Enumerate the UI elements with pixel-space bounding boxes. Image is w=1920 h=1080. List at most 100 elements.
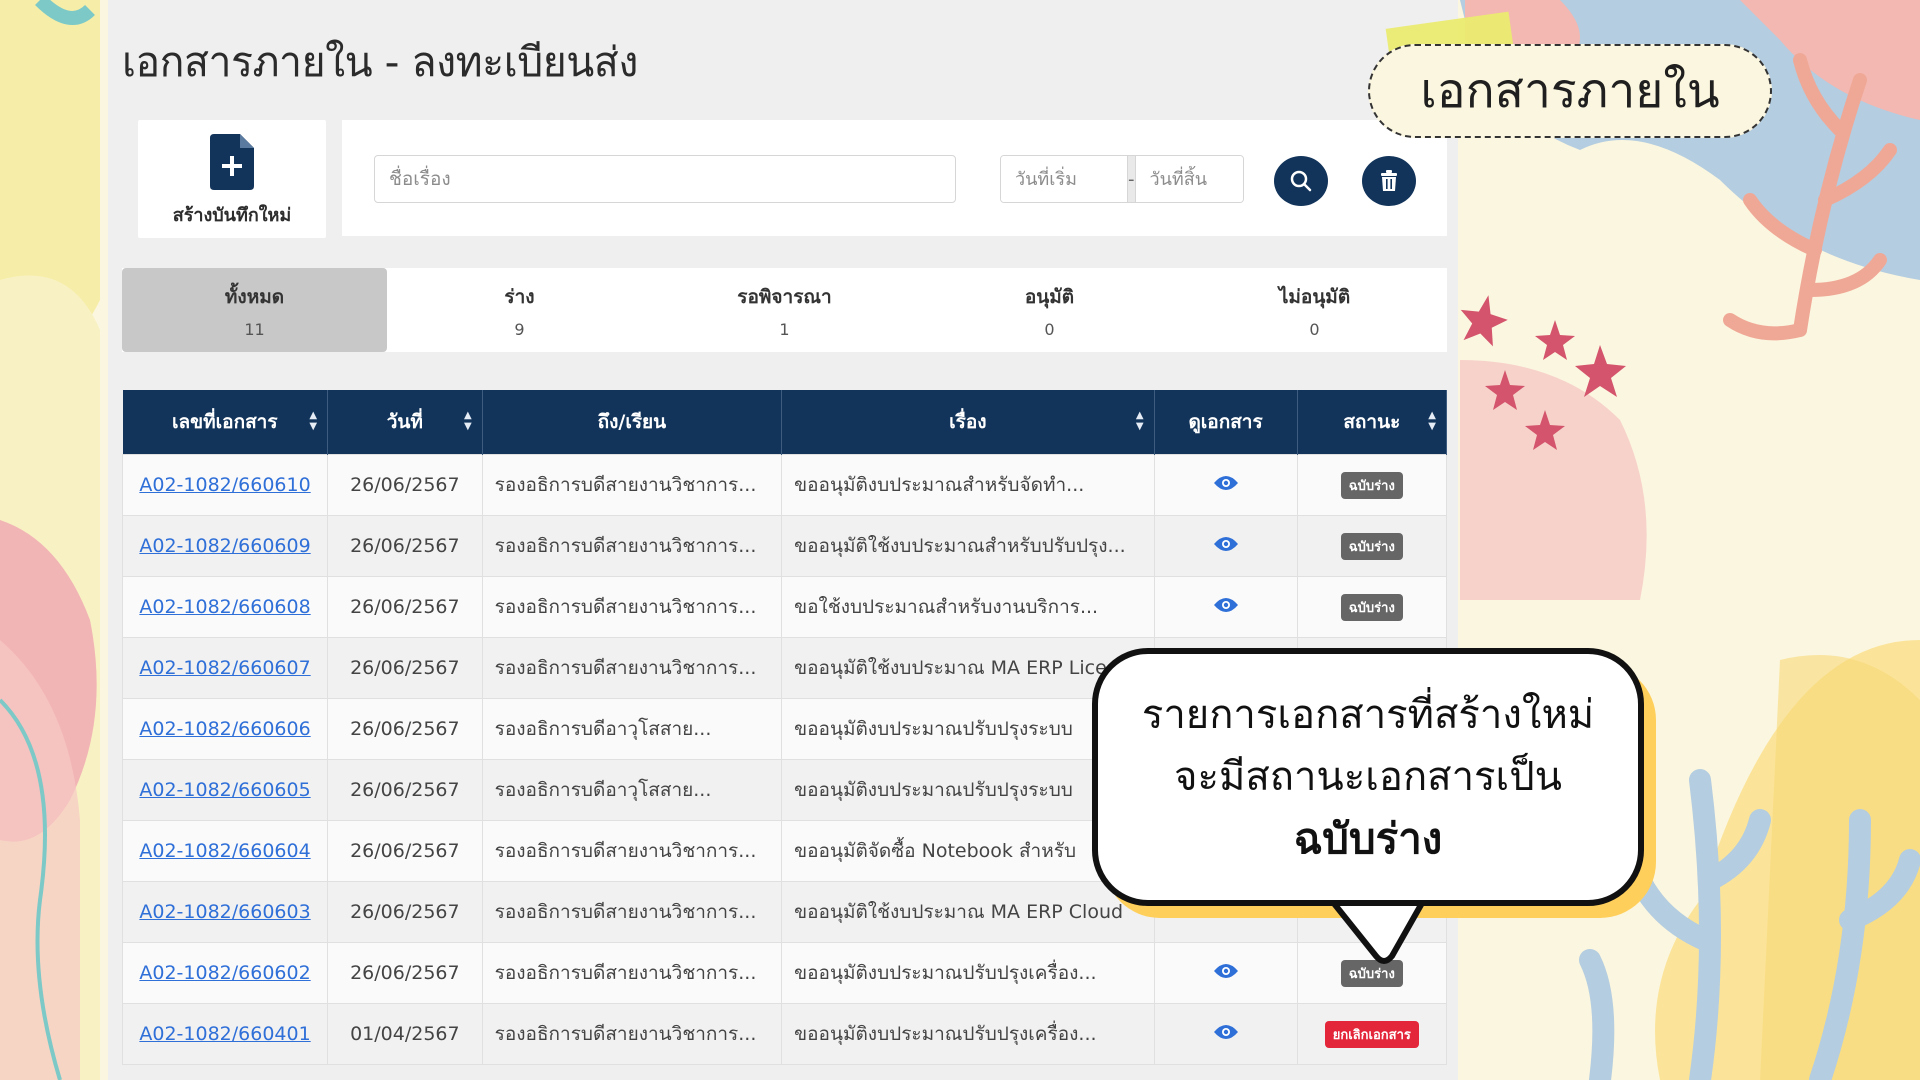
to-cell: รองอธิการบดีสายงานวิชาการ...: [481, 576, 783, 638]
eye-icon[interactable]: [1213, 1024, 1238, 1040]
new-memo-label: สร้างบันทึกใหม่: [172, 205, 292, 226]
to-cell: รองอธิการบดีสายงานวิชาการ...: [481, 1003, 783, 1065]
tab-count: 0: [1044, 320, 1055, 339]
doc-number-link[interactable]: A02-1082/660602: [139, 962, 310, 984]
callout-line-3: ฉบับร่าง: [1293, 814, 1443, 863]
doc-number-cell: A02-1082/660606: [121, 698, 329, 760]
doc-number-link[interactable]: A02-1082/660610: [139, 474, 310, 496]
date-cell: 26/06/2567: [327, 942, 483, 1004]
doc-number-cell: A02-1082/660604: [121, 820, 329, 882]
doc-number-link[interactable]: A02-1082/660605: [139, 779, 310, 801]
callout-line-1: รายการเอกสารที่สร้างใหม่: [1141, 692, 1595, 738]
doc-number-link[interactable]: A02-1082/660603: [139, 901, 310, 923]
view-cell: [1153, 576, 1298, 638]
tab-count: 11: [244, 320, 265, 339]
tab-pending[interactable]: รอพิจารณา 1: [652, 268, 917, 352]
tab-label: อนุมัติ: [1024, 286, 1075, 308]
tab-draft[interactable]: ร่าง 9: [387, 268, 652, 352]
filter-bar: -: [342, 120, 1447, 236]
status-cell: ฉบับร่าง: [1296, 515, 1448, 577]
status-cell: ยกเลิกเอกสาร: [1296, 1003, 1448, 1065]
status-badge: ฉบับร่าง: [1340, 593, 1403, 621]
end-date-input[interactable]: [1135, 156, 1243, 202]
doc-number-link[interactable]: A02-1082/660608: [139, 596, 310, 618]
status-badge: ยกเลิกเอกสาร: [1324, 1020, 1419, 1048]
doc-number-cell: A02-1082/660608: [121, 576, 329, 638]
to-cell: รองอธิการบดีสายงานวิชาการ...: [481, 820, 783, 882]
page-title: เอกสารภายใน - ลงทะเบียนส่ง: [122, 38, 638, 86]
sort-icon: ▲ ▼: [309, 410, 318, 432]
view-cell: [1153, 1003, 1298, 1065]
doc-number-link[interactable]: A02-1082/660607: [139, 657, 310, 679]
tab-approved[interactable]: อนุมัติ 0: [917, 268, 1182, 352]
to-cell: รองอธิการบดีสายงานวิชาการ...: [481, 515, 783, 577]
status-tabs: ทั้งหมด 11 ร่าง 9 รอพิจารณา 1 อนุมัติ 0 …: [122, 268, 1447, 352]
to-cell: รองอธิการบดีสายงานวิชาการ...: [481, 881, 783, 943]
new-memo-button[interactable]: สร้างบันทึกใหม่: [138, 120, 326, 238]
header-label: วันที่: [386, 411, 423, 433]
header-label: เลขที่เอกสาร: [172, 411, 278, 433]
header-view: ดูเอกสาร: [1154, 390, 1298, 455]
table-row: A02-1082/660609 26/06/2567 รองอธิการบดีสาย…: [121, 515, 1448, 577]
doc-number-link[interactable]: A02-1082/660606: [139, 718, 310, 740]
doc-number-link[interactable]: A02-1082/660609: [139, 535, 310, 557]
subject-cell: ขออนุมัติใช้งบประมาณ MA ERP Cloud: [781, 881, 1155, 943]
status-cell: ฉบับร่าง: [1296, 576, 1448, 638]
subject-cell: ขออนุมัติงบประมาณปรับปรุงเครื่อง...: [781, 1003, 1155, 1065]
eye-icon[interactable]: [1213, 536, 1238, 552]
to-cell: รองอธิการบดีสายงานวิชาการ...: [481, 454, 783, 516]
header-date[interactable]: วันที่ ▲ ▼: [327, 390, 483, 455]
trash-icon: [1381, 170, 1397, 191]
doc-number-cell: A02-1082/660609: [121, 515, 329, 577]
tab-label: ทั้งหมด: [224, 286, 285, 308]
clear-filter-button[interactable]: [1362, 156, 1416, 206]
doc-number-cell: A02-1082/660401: [121, 1003, 329, 1065]
eye-icon[interactable]: [1213, 597, 1238, 613]
header-status[interactable]: สถานะ ▲ ▼: [1297, 390, 1448, 455]
table-row: A02-1082/660602 26/06/2567 รองอธิการบดีสาย…: [121, 942, 1448, 1004]
tab-count: 9: [514, 320, 525, 339]
date-cell: 26/06/2567: [327, 820, 483, 882]
date-cell: 26/06/2567: [327, 881, 483, 943]
tab-count: 0: [1309, 320, 1320, 339]
header-label: ดูเอกสาร: [1188, 411, 1263, 433]
view-cell: [1153, 454, 1298, 516]
table-row: A02-1082/660401 01/04/2567 รองอธิการบดีสาย…: [121, 1003, 1448, 1065]
eye-icon[interactable]: [1213, 963, 1238, 979]
table-row: A02-1082/660608 26/06/2567 รองอธิการบดีสาย…: [121, 576, 1448, 638]
header-doc-number[interactable]: เลขที่เอกสาร ▲ ▼: [122, 390, 329, 455]
date-range: -: [1000, 155, 1244, 203]
start-date-input[interactable]: [1001, 156, 1127, 202]
search-button[interactable]: [1274, 156, 1328, 206]
header-label: ถึง/เรียน: [597, 411, 667, 433]
tab-label: ร่าง: [504, 286, 535, 308]
to-cell: รองอธิการบดีสายงานวิชาการ...: [481, 637, 783, 699]
doc-number-link[interactable]: A02-1082/660401: [139, 1023, 310, 1045]
file-plus-icon: [210, 134, 254, 190]
header-subject[interactable]: เรื่อง ▲ ▼: [781, 390, 1155, 455]
header-to: ถึง/เรียน: [482, 390, 783, 455]
subject-search-input[interactable]: [374, 155, 956, 203]
date-cell: 26/06/2567: [327, 759, 483, 821]
eye-icon[interactable]: [1213, 475, 1238, 491]
subject-cell: ขออนุมัติงบประมาณสำหรับจัดทำ...: [781, 454, 1155, 516]
date-separator: -: [1127, 156, 1136, 202]
tab-all[interactable]: ทั้งหมด 11: [122, 268, 387, 352]
date-cell: 01/04/2567: [327, 1003, 483, 1065]
subject-cell: ขอใช้งบประมาณสำหรับงานบริการ...: [781, 576, 1155, 638]
view-cell: [1153, 515, 1298, 577]
tab-label: รอพิจารณา: [737, 286, 832, 308]
sort-icon: ▲ ▼: [463, 410, 472, 432]
sort-icon: ▲ ▼: [1428, 410, 1436, 432]
tab-rejected[interactable]: ไม่อนุมัติ 0: [1182, 268, 1447, 352]
doc-number-link[interactable]: A02-1082/660604: [139, 840, 310, 862]
status-badge: ฉบับร่าง: [1340, 471, 1403, 499]
callout-bubble: รายการเอกสารที่สร้างใหม่ จะมีสถานะเอกสาร…: [1092, 648, 1644, 906]
tab-label: ไม่อนุมัติ: [1278, 286, 1351, 308]
doc-number-cell: A02-1082/660605: [121, 759, 329, 821]
date-cell: 26/06/2567: [327, 637, 483, 699]
table-row: A02-1082/660610 26/06/2567 รองอธิการบดีสาย…: [121, 454, 1448, 516]
callout-tail: [1325, 896, 1429, 964]
status-badge: ฉบับร่าง: [1340, 532, 1403, 560]
date-cell: 26/06/2567: [327, 454, 483, 516]
